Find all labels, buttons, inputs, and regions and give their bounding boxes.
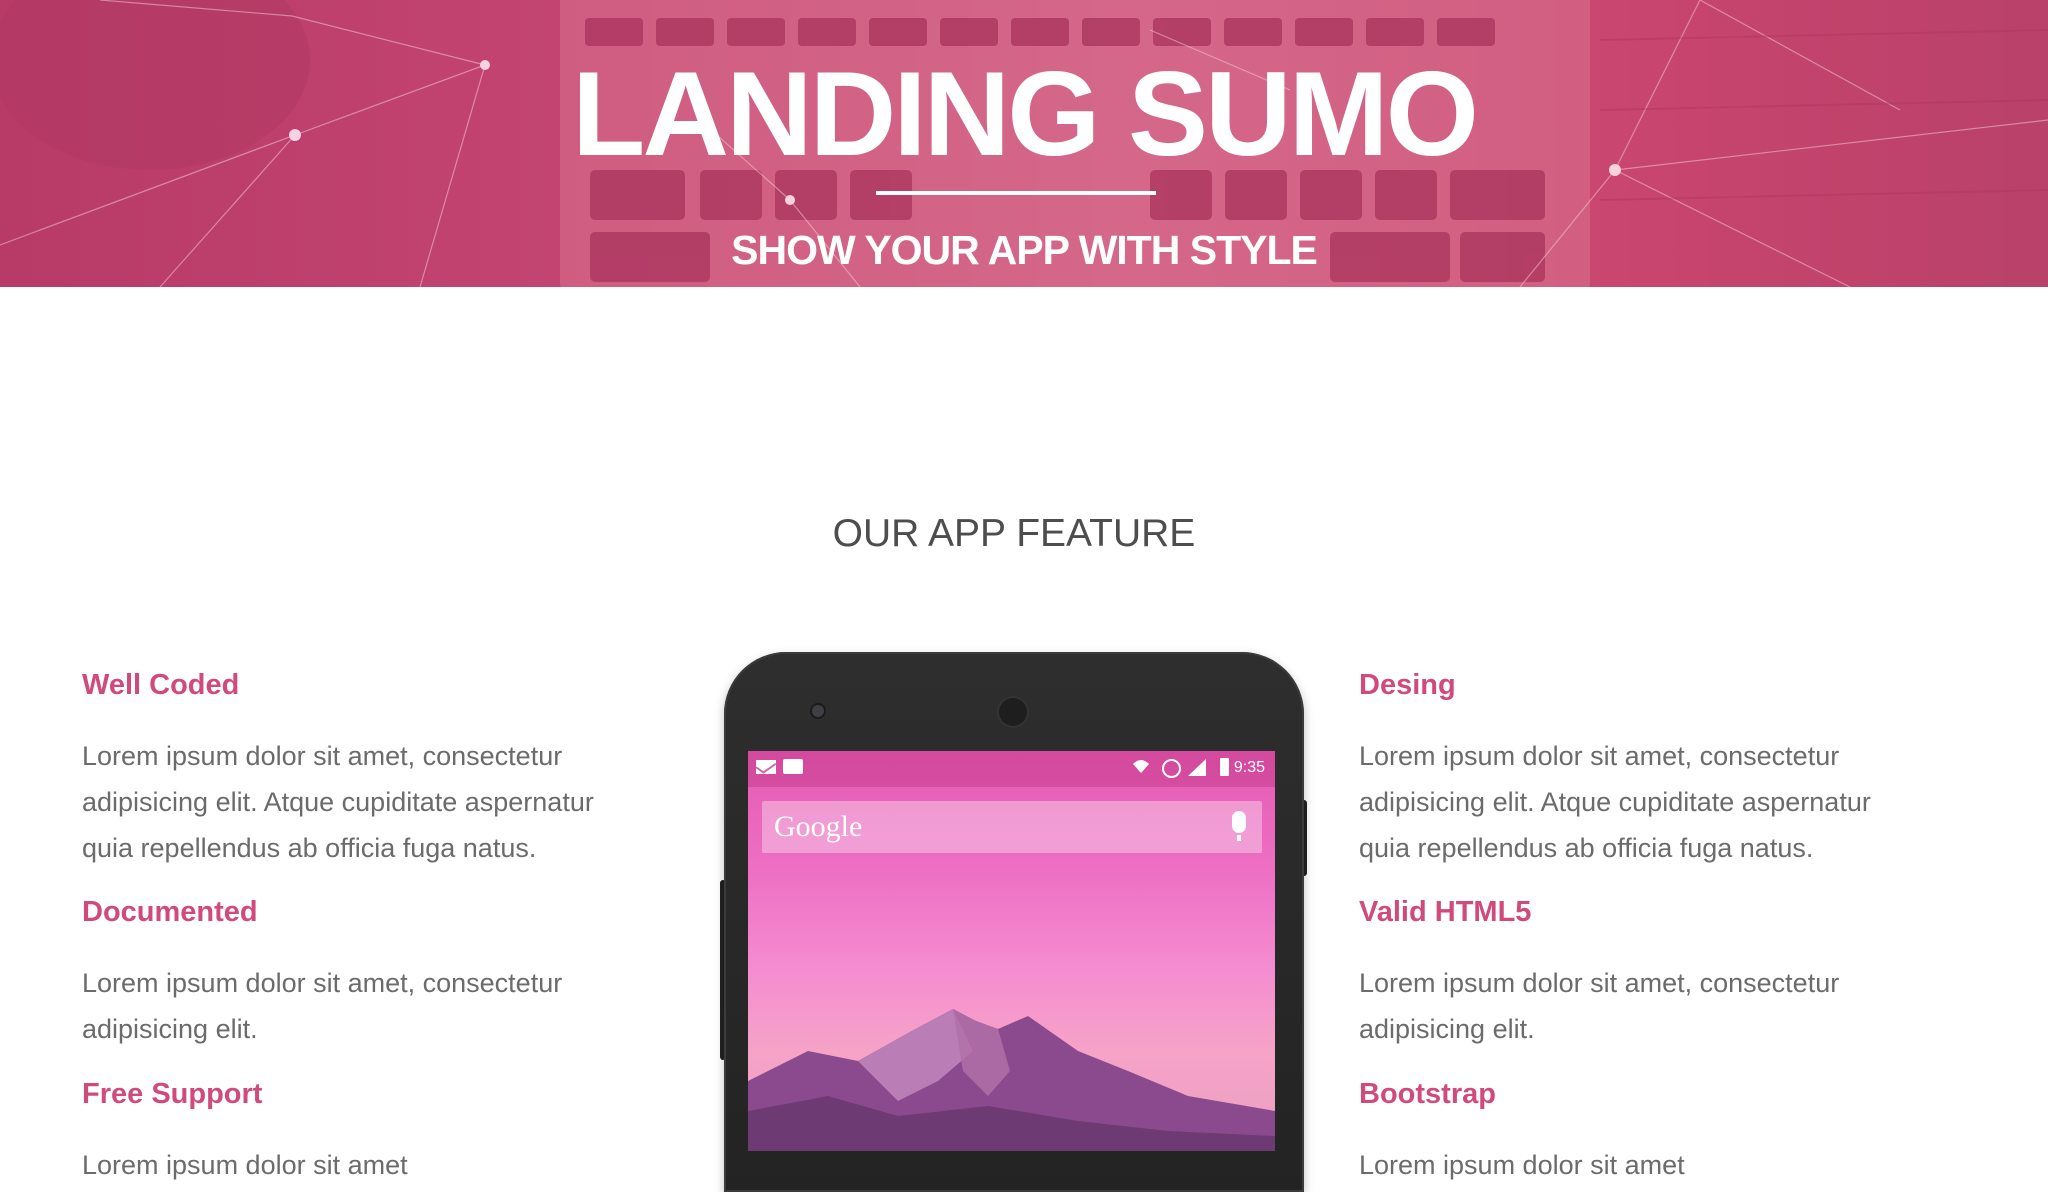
feature-title-documented: Documented (82, 896, 258, 928)
feature-text-bootstrap: Lorem ipsum dolor sit amet (1359, 1150, 1685, 1180)
mail-icon (756, 760, 776, 774)
battery-icon (1220, 758, 1229, 776)
feature-text-well-coded: Lorem ipsum dolor sit amet, consectetur … (82, 741, 594, 863)
feature-title-valid-html5: Valid HTML5 (1359, 896, 1532, 928)
alarm-icon (1162, 759, 1181, 778)
hero-title: LANDING SUMO (572, 47, 1479, 181)
signal-icon (1188, 759, 1206, 776)
microphone-icon[interactable] (1232, 811, 1246, 841)
camera-icon (812, 705, 824, 717)
hero-divider (876, 191, 1156, 195)
wifi-icon (1133, 760, 1149, 773)
chat-icon (783, 759, 803, 774)
status-time: 9:35 (1233, 759, 1265, 776)
feature-title-bootstrap: Bootstrap (1359, 1078, 1496, 1110)
google-search-label: Google (774, 810, 863, 843)
phone-status-bar: 9:35 (748, 751, 1275, 787)
feature-text-documented: Lorem ipsum dolor sit amet, consectetur … (82, 968, 563, 1044)
speaker-icon (999, 698, 1027, 726)
hero-subtitle: SHOW YOUR APP WITH STYLE (731, 227, 1318, 273)
phone-screen: 9:35 Google (748, 751, 1275, 1151)
section-title: OUR APP FEATURE (832, 512, 1196, 555)
feature-title-well-coded: Well Coded (82, 669, 240, 701)
feature-text-valid-html5: Lorem ipsum dolor sit amet, consectetur … (1359, 968, 1840, 1044)
feature-text-desing: Lorem ipsum dolor sit amet, consectetur … (1359, 741, 1871, 863)
feature-title-free-support: Free Support (82, 1078, 263, 1110)
hero-banner: LANDING SUMO SHOW YOUR APP WITH STYLE (0, 0, 2048, 287)
feature-title-desing: Desing (1359, 669, 1456, 701)
feature-text-free-support: Lorem ipsum dolor sit amet (82, 1150, 408, 1180)
google-search-bar[interactable]: Google (762, 801, 1262, 853)
